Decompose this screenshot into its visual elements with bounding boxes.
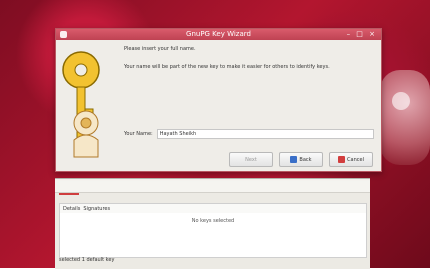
back-icon [290,156,298,163]
status-text: selected 1 default key [59,257,115,263]
key-wizard-dialog: GnuPG Key Wizard – □ × Please insert you… [55,28,382,172]
window-title: GnuPG Key Wizard [186,30,251,38]
dialog-buttons: Next Back Cancel [228,152,373,168]
background-window: Details Signatures No keys selected sele… [55,178,370,269]
description-text: Your name will be part of the new key to… [124,64,330,70]
next-button[interactable]: Next [229,152,273,167]
next-button-label: Next [245,156,257,163]
name-label: Your Name: [124,130,153,137]
prompt-text: Please insert your full name. [124,46,196,52]
decorative-shine [392,92,410,110]
cancel-button-label: Cancel [347,156,364,163]
titlebar[interactable]: GnuPG Key Wizard – □ × [56,29,381,40]
back-button[interactable]: Back [279,152,323,167]
app-icon [60,31,67,38]
name-input[interactable]: Hayath Sheikh [156,128,374,139]
cancel-icon [338,156,346,163]
red-indicator [59,193,79,195]
empty-list-text: No keys selected [191,218,235,224]
dialog-content: Please insert your full name. Your name … [56,40,381,171]
window-controls[interactable]: – □ × [347,29,377,40]
decorative-orb [380,70,430,165]
back-button-label: Back [299,156,312,163]
name-row: Your Name: Hayath Sheikh [124,128,374,139]
column-signatures[interactable]: Signatures [80,206,110,212]
key-user-illustration [56,45,116,167]
key-list[interactable]: No keys selected [59,213,367,258]
cancel-button[interactable]: Cancel [329,152,373,167]
toolbar [55,179,370,193]
column-details[interactable]: Details [60,206,80,212]
